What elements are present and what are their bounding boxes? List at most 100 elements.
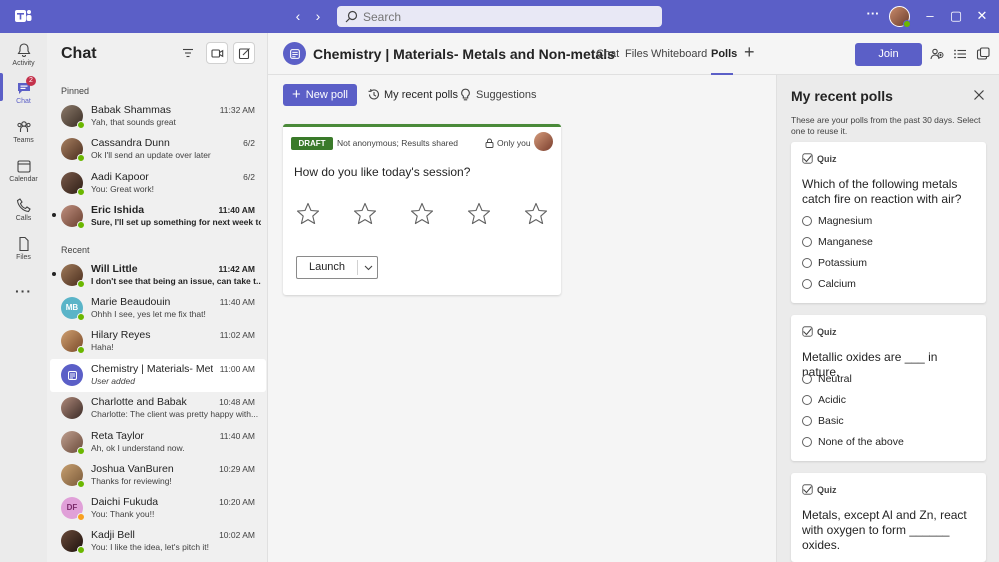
tab-files[interactable]: Files [625, 48, 648, 60]
pop-out-icon[interactable] [976, 47, 990, 61]
list-icon[interactable] [953, 47, 967, 61]
chat-row[interactable]: MB Marie Beaudouin 11:40 AM Ohhh I see, … [50, 292, 266, 325]
quiz-card[interactable]: Quiz Metallic oxides are ___ in nature. … [791, 315, 986, 461]
close-icon[interactable] [973, 89, 985, 101]
quiz-option[interactable]: Manganese [802, 236, 873, 248]
more-options-icon[interactable]: ··· [866, 7, 880, 21]
new-chat-button[interactable] [233, 42, 255, 64]
quiz-option[interactable]: Basic [802, 415, 844, 427]
forward-arrow-icon[interactable]: › [311, 9, 325, 23]
join-button[interactable]: Join [855, 43, 922, 66]
rail-item-chat[interactable]: 2 Chat [0, 75, 47, 113]
chat-row[interactable]: Babak Shammas 11:32 AM Yah, that sounds … [50, 100, 266, 133]
quiz-option-label: Neutral [818, 373, 852, 385]
chat-time: 10:29 AM [219, 464, 255, 474]
quiz-tag-label: Quiz [817, 484, 837, 495]
search-input[interactable] [363, 9, 643, 24]
tab-polls[interactable]: Polls [711, 48, 737, 60]
quiz-card[interactable]: Quiz Which of the following metals catch… [791, 142, 986, 303]
chat-name: Cassandra Dunn [91, 137, 170, 149]
chat-name: Babak Shammas [91, 104, 171, 116]
chat-row[interactable]: Chemistry | Materials- Metals... 11:00 A… [50, 359, 266, 392]
conversation-title: Chemistry | Materials- Metals and Non-me… [313, 46, 615, 62]
poll-settings-text: Not anonymous; Results shared [337, 138, 458, 148]
avatar [61, 464, 85, 488]
filter-icon[interactable] [181, 46, 195, 60]
quiz-question: Which of the following metals catch fire… [802, 177, 962, 206]
quiz-option[interactable]: Neutral [802, 373, 852, 385]
history-icon [368, 89, 380, 100]
teams-icon [16, 121, 31, 132]
maximize-icon[interactable]: ▢ [949, 9, 963, 23]
chat-row[interactable]: Charlotte and Babak 10:48 AM Charlotte: … [50, 392, 266, 425]
group-chat-icon [289, 48, 300, 59]
search-bar[interactable] [337, 6, 662, 27]
chat-preview: Charlotte: The client was pretty happy w… [91, 409, 259, 419]
quiz-option[interactable]: Acidic [802, 394, 846, 406]
chat-preview: Thanks for reviewing! [91, 476, 172, 486]
minimize-icon[interactable]: – [923, 9, 937, 23]
launch-button[interactable]: Launch [297, 257, 357, 278]
chat-row[interactable]: Joshua VanBuren 10:29 AM Thanks for revi… [50, 459, 266, 492]
quiz-tag: Quiz [802, 484, 837, 495]
my-recent-polls-tab[interactable]: My recent polls [367, 88, 458, 101]
quiz-option-label: Manganese [818, 236, 873, 248]
draft-poll-card[interactable]: DRAFT Not anonymous; Results shared Only… [283, 124, 561, 295]
chat-row[interactable]: Cassandra Dunn 6/2 Ok I'll send an updat… [50, 133, 266, 166]
user-avatar[interactable] [889, 6, 911, 28]
chat-time: 11:32 AM [219, 105, 255, 115]
panel-description: These are your polls from the past 30 da… [791, 115, 981, 136]
rail-item-activity[interactable]: Activity [0, 37, 47, 75]
more-apps-icon[interactable]: ··· [0, 283, 47, 321]
teams-logo-icon [15, 10, 32, 22]
back-arrow-icon[interactable]: ‹ [291, 9, 305, 23]
chat-name: Daichi Fukuda [91, 496, 159, 508]
tab-whiteboard[interactable]: Whiteboard [651, 48, 707, 60]
chat-row[interactable]: Hilary Reyes 11:02 AM Haha! [50, 325, 266, 358]
meet-now-button[interactable] [206, 42, 228, 64]
star-icon[interactable] [352, 201, 378, 227]
chat-row[interactable]: Eric Ishida 11:40 AM Sure, I'll set up s… [50, 200, 266, 233]
chat-row[interactable]: Kadji Bell 10:02 AM You: I like the idea… [50, 525, 266, 558]
quiz-option[interactable]: Calcium [802, 278, 856, 290]
star-icon[interactable] [523, 201, 549, 227]
star-icon[interactable] [466, 201, 492, 227]
star-icon[interactable] [409, 201, 435, 227]
new-poll-button[interactable]: + New poll [283, 84, 357, 106]
close-window-icon[interactable]: ✕ [975, 9, 989, 23]
quiz-option-label: Basic [818, 415, 844, 427]
chat-row[interactable]: Aadi Kapoor 6/2 You: Great work! [50, 167, 266, 200]
chat-time: 10:48 AM [219, 397, 255, 407]
quiz-option[interactable]: Potassium [802, 257, 867, 269]
quiz-tag: Quiz [802, 153, 837, 164]
plus-icon: + [292, 86, 301, 103]
chat-time: 11:02 AM [219, 330, 255, 340]
add-tab-icon[interactable]: + [744, 43, 760, 61]
avatar [61, 264, 85, 288]
chat-row[interactable]: DF Daichi Fukuda 10:20 AM You: Thank you… [50, 492, 266, 525]
suggestions-tab[interactable]: Suggestions [459, 88, 537, 101]
chat-preview: Ohhh I see, yes let me fix that! [91, 309, 206, 319]
quiz-option[interactable]: None of the above [802, 436, 904, 448]
launch-options-button[interactable] [358, 257, 378, 278]
chat-list-pane: Chat Pinned Babak Shammas 11:32 AM Yah, … [47, 33, 268, 562]
phone-icon [16, 198, 31, 213]
rail-item-teams[interactable]: Teams [0, 114, 47, 152]
lock-icon [485, 138, 494, 148]
rail-item-files[interactable]: Files [0, 231, 47, 269]
people-icon[interactable] [930, 47, 944, 61]
quiz-option[interactable]: Magnesium [802, 215, 872, 227]
rail-label: Teams [13, 137, 34, 144]
tab-chat[interactable]: Chat [596, 48, 619, 60]
avatar: DF [61, 497, 85, 521]
chat-row[interactable]: Will Little 11:42 AM I don't see that be… [50, 259, 266, 292]
rail-item-calls[interactable]: Calls [0, 192, 47, 230]
star-icon[interactable] [295, 201, 321, 227]
chat-row[interactable]: Reta Taylor 11:40 AM Ah, ok I understand… [50, 426, 266, 459]
quiz-option-label: Potassium [818, 257, 868, 269]
group-chat-icon [67, 370, 77, 380]
quiz-card[interactable]: Quiz Metals, except Al and Zn, react wit… [791, 473, 986, 562]
rail-item-calendar[interactable]: Calendar [0, 153, 47, 191]
radio-icon [802, 416, 812, 426]
quiz-icon [802, 484, 813, 495]
